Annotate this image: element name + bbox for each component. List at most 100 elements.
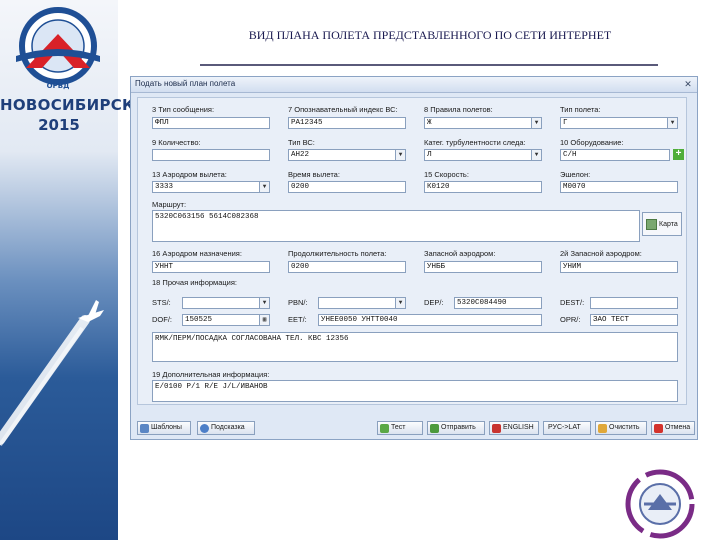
rus-lat-button[interactable]: РУС->LAT [543,421,591,435]
svg-text:ОРВД: ОРВД [47,82,70,90]
flight-plan-window: Подать новый план полета ✕ 3 Тип сообщен… [130,76,698,440]
eraser-icon [598,424,607,433]
alternate-field[interactable]: УНББ [424,261,542,273]
rus-lat-button-label: РУС->LAT [548,424,581,431]
speed-label: 15 Скорость: [424,170,469,179]
sts-label: STS/: [152,298,171,307]
departure-aerodrome-label: 13 Аэродром вылета: [152,170,227,179]
flight-type-value: Г [563,119,568,127]
dof-value: 150525 [185,316,213,324]
departure-time-field[interactable]: 0200 [288,181,406,193]
pbn-select[interactable]: ▼ [318,297,406,309]
aircraft-id-field[interactable]: РА12345 [288,117,406,129]
eet-field[interactable]: УНЕЕ0050 УНТТ0040 [318,314,542,326]
flight-type-select[interactable]: Г ▼ [560,117,678,129]
aircraft-type-select[interactable]: АН22 ▼ [288,149,406,161]
route-textarea[interactable]: 5320С063156 5614С082368 [152,210,640,242]
clear-button[interactable]: Очистить [595,421,647,435]
sts-select[interactable]: ▼ [182,297,270,309]
send-button[interactable]: Отправить [427,421,485,435]
gk-orvd-logo-icon: ОРВД [16,7,100,90]
chevron-down-icon[interactable]: ▼ [259,182,269,192]
help-button-label: Подсказка [211,424,245,431]
close-icon[interactable]: ✕ [683,79,693,89]
second-alternate-field[interactable]: УНИМ [560,261,678,273]
flight-level-field[interactable]: М0070 [560,181,678,193]
dof-field[interactable]: 150525 ▦ [182,314,270,326]
english-button-label: ENGLISH [503,424,534,431]
chevron-down-icon[interactable]: ▼ [667,118,677,128]
add-icon[interactable]: + [673,149,684,160]
destination-field[interactable]: УННТ [152,261,270,273]
dest-label: DEST/: [560,298,585,307]
wake-category-select[interactable]: Л ▼ [424,149,542,161]
equipment-field[interactable]: С/Н [560,149,670,161]
pbn-label: PBN/: [288,298,308,307]
dest-field[interactable] [590,297,678,309]
duration-field[interactable]: 0200 [288,261,406,273]
send-button-label: Отправить [441,424,476,431]
opr-label: OPR/: [560,315,581,324]
aircraft-type-value: АН22 [291,151,310,159]
chevron-down-icon[interactable]: ▼ [395,298,405,308]
uk-flag-icon [492,424,501,433]
map-button[interactable]: Карта [642,212,682,236]
destination-label: 16 Аэродром назначения: [152,249,242,258]
chevron-down-icon[interactable]: ▼ [531,118,541,128]
message-type-field[interactable]: ФПЛ [152,117,270,129]
zc-es-orvd-emblem-icon [625,469,695,539]
send-icon [430,424,439,433]
eet-label: EET/: [288,315,307,324]
cancel-button-label: Отмена [665,424,691,431]
clear-button-label: Очистить [609,424,640,431]
calendar-icon[interactable]: ▦ [259,315,269,325]
additional-info-textarea[interactable]: E/0100 P/1 R/E J/L/ИВАНОВ [152,380,678,402]
additional-info-label: 19 Дополнительная информация: [152,370,270,379]
departure-aerodrome-value: 3333 [155,183,174,191]
flight-rules-value: Ж [427,119,432,127]
flight-level-label: Эшелон: [560,170,591,179]
test-button[interactable]: Тест [377,421,423,435]
departure-time-label: Время вылета: [288,170,340,179]
speed-field[interactable]: К0120 [424,181,542,193]
dof-label: DOF/: [152,315,172,324]
airplane-contrail-icon [0,300,104,447]
help-icon [200,424,209,433]
templates-icon [140,424,149,433]
departure-aerodrome-select[interactable]: 3333 ▼ [152,181,270,193]
dep-field[interactable]: 5320С084490 [454,297,542,309]
map-button-label: Карта [659,221,678,228]
window-title: Подать новый план полета [135,79,236,88]
duration-label: Продолжительность полета: [288,249,387,258]
aircraft-id-label: 7 Опознавательный индекс ВС: [288,105,398,114]
form-panel: 3 Тип сообщения: ФПЛ 7 Опознавательный и… [137,97,687,405]
window-titlebar: Подать новый план полета ✕ [131,77,697,93]
brand-sidebar: ОРВД НОВОСИБИРСК 2015 [0,0,134,540]
count-label: 9 Количество: [152,138,201,147]
flight-type-label: Тип полета: [560,105,601,114]
event-year: 2015 [38,116,80,134]
templates-button-label: Шаблоны [151,424,182,431]
cancel-button[interactable]: Отмена [651,421,695,435]
chevron-down-icon[interactable]: ▼ [531,150,541,160]
templates-button[interactable]: Шаблоны [137,421,191,435]
close-icon [654,424,663,433]
english-button[interactable]: ENGLISH [489,421,539,435]
flight-rules-select[interactable]: Ж ▼ [424,117,542,129]
equipment-label: 10 Оборудование: [560,138,624,147]
route-label: Маршрут: [152,200,187,209]
second-alternate-label: 2й Запасной аэродром: [560,249,642,258]
opr-field[interactable]: ЗАО ТЕСТ [590,314,678,326]
message-type-label: 3 Тип сообщения: [152,105,215,114]
page-title: ВИД ПЛАНА ПОЛЕТА ПРЕДСТАВЛЕННОГО ПО СЕТИ… [248,28,612,42]
map-icon [646,219,657,230]
count-field[interactable] [152,149,270,161]
alternate-label: Запасной аэродром: [424,249,496,258]
flight-rules-label: 8 Правила полетов: [424,105,493,114]
dep-label: DEP/: [424,298,444,307]
help-button[interactable]: Подсказка [197,421,255,435]
other-info-label: 18 Прочая информация: [152,278,238,287]
rmk-textarea[interactable]: RMK/ПЕРМ/ПОСАДКА СОГЛАСОВАНА ТЕЛ. КВС 12… [152,332,678,362]
chevron-down-icon[interactable]: ▼ [395,150,405,160]
chevron-down-icon[interactable]: ▼ [259,298,269,308]
